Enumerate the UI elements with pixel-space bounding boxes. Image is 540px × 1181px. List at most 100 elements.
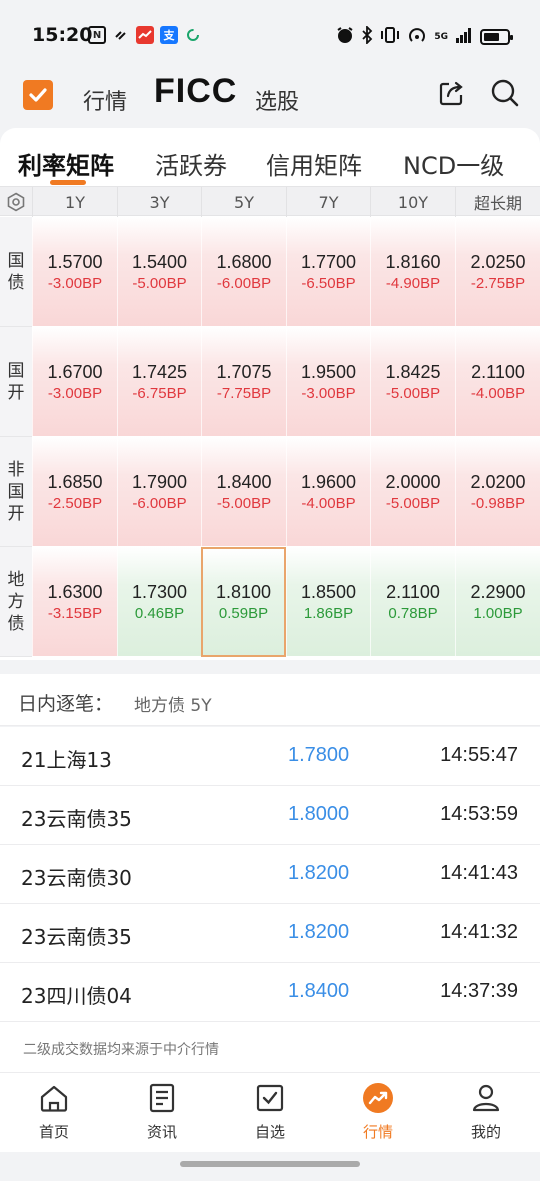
link-icon	[112, 26, 130, 44]
trade-bond-name: 23四川债04	[21, 984, 132, 1008]
tab-ficc[interactable]: FICC	[154, 72, 237, 111]
intraday-selection: 地方债 5Y	[134, 696, 212, 716]
matrix-cell[interactable]: 2.0250 -2.75BP	[455, 217, 540, 327]
trade-row[interactable]: 23云南债35 1.8000 14:53:59	[0, 786, 540, 845]
matrix-cell[interactable]: 2.2900 1.00BP	[455, 547, 540, 657]
trade-bond-name: 21上海13	[21, 748, 112, 772]
cell-yield: 1.8425	[385, 361, 441, 382]
matrix-cell[interactable]: 2.0200 -0.98BP	[455, 437, 540, 547]
matrix-cell[interactable]: 1.7300 0.46BP	[117, 547, 201, 657]
nav-market[interactable]: 行情	[338, 1081, 418, 1147]
tab-stock-picker[interactable]: 选股	[255, 84, 299, 116]
trade-bond-name: 23云南债35	[21, 925, 132, 949]
matrix-cell[interactable]: 1.7075 -7.75BP	[201, 327, 286, 437]
subtab-rate-matrix[interactable]: 利率矩阵	[18, 146, 114, 181]
trade-yield: 1.8200	[288, 921, 350, 943]
cell-change: -3.15BP	[47, 604, 103, 622]
nav-profile[interactable]: 我的	[446, 1081, 526, 1147]
cell-yield: 2.1100	[471, 361, 525, 382]
matrix-cell[interactable]: 1.7900 -6.00BP	[117, 437, 201, 547]
trade-yield: 1.8200	[288, 862, 350, 884]
matrix-cell[interactable]: 1.8160 -4.90BP	[370, 217, 455, 327]
user-icon	[469, 1081, 503, 1115]
subtab-active-bonds[interactable]: 活跃券	[155, 146, 227, 181]
sync-icon	[184, 26, 202, 44]
matrix-row: 地方债 1.6300 -3.15BP 1.7300 0.46BP 1.8100 0.59BP…	[0, 547, 540, 657]
home-indicator[interactable]	[180, 1161, 360, 1167]
matrix-card: 利率矩阵 活跃券 信用矩阵 NCD一级 1Y 3Y 5Y 7Y 10Y 超长期 …	[0, 128, 540, 660]
trade-time: 14:37:39	[440, 980, 518, 1002]
cell-yield: 1.6850	[47, 471, 103, 492]
cell-change: -7.75BP	[216, 384, 272, 402]
trade-row[interactable]: 23云南债35 1.8200 14:41:32	[0, 904, 540, 963]
active-tab-indicator	[50, 180, 86, 185]
column-header-1y[interactable]: 1Y	[32, 187, 117, 217]
row-label-char: 国	[7, 360, 25, 381]
column-header-3y[interactable]: 3Y	[117, 187, 201, 217]
matrix-cell[interactable]: 1.5400 -5.00BP	[117, 217, 201, 327]
trade-yield: 1.7800	[288, 744, 350, 766]
row-label: 地方债	[0, 547, 32, 657]
trade-row[interactable]: 23四川债04 1.8400 14:37:39	[0, 963, 540, 1022]
tab-market[interactable]: 行情	[83, 84, 127, 116]
matrix-cell[interactable]: 1.7700 -6.50BP	[286, 217, 370, 327]
cell-yield: 1.7700	[300, 251, 357, 272]
cell-change: -5.00BP	[132, 274, 187, 292]
subtab-credit-matrix[interactable]: 信用矩阵	[266, 146, 362, 181]
cell-yield: 1.5400	[131, 251, 188, 272]
cell-yield: 2.1100	[386, 581, 440, 602]
matrix-settings-button[interactable]	[0, 187, 32, 217]
nav-news[interactable]: 资讯	[122, 1081, 202, 1147]
cell-yield: 1.9500	[300, 361, 357, 382]
cell-yield: 2.0200	[470, 471, 526, 492]
row-label-char: 开	[7, 382, 25, 403]
status-time: 15:20	[32, 24, 93, 46]
share-button[interactable]	[434, 76, 468, 110]
trade-yield: 1.8000	[288, 803, 350, 825]
matrix-cell[interactable]: 1.8100 0.59BP	[201, 547, 286, 657]
cell-yield: 1.7900	[131, 471, 188, 492]
stock-app-icon	[136, 26, 154, 44]
matrix-cell[interactable]: 1.7425 -6.75BP	[117, 327, 201, 437]
cell-change: -3.00BP	[47, 384, 103, 402]
nav-watchlist-label: 自选	[254, 1123, 285, 1141]
matrix-cell[interactable]: 1.8400 -5.00BP	[201, 437, 286, 547]
signal-icon	[455, 27, 473, 46]
column-header-ultra-long[interactable]: 超长期	[455, 187, 540, 217]
cell-change: -0.98BP	[470, 494, 526, 512]
matrix-cell[interactable]: 1.6700 -3.00BP	[32, 327, 117, 437]
cell-yield: 1.7425	[131, 361, 188, 382]
trade-list: 21上海13 1.7800 14:55:47 23云南债35 1.8000 14…	[0, 727, 540, 1022]
nav-home[interactable]: 首页	[14, 1081, 94, 1147]
cell-change: -5.00BP	[216, 494, 272, 512]
subtab-ncd-primary[interactable]: NCD一级	[403, 146, 504, 181]
cell-change: -4.90BP	[385, 274, 441, 292]
matrix-cell[interactable]: 1.9500 -3.00BP	[286, 327, 370, 437]
matrix-cell[interactable]: 2.1100 -4.00BP	[455, 327, 540, 437]
battery-icon	[480, 28, 513, 45]
nav-watchlist[interactable]: 自选	[230, 1081, 310, 1147]
matrix-cell[interactable]: 1.9600 -4.00BP	[286, 437, 370, 547]
trade-time: 14:53:59	[440, 803, 518, 825]
matrix-cell[interactable]: 1.6300 -3.15BP	[32, 547, 117, 657]
trade-row[interactable]: 21上海13 1.7800 14:55:47	[0, 727, 540, 786]
cell-change: 0.46BP	[134, 604, 185, 622]
row-label-char: 债	[7, 613, 25, 634]
row-label: 非国开	[0, 437, 32, 547]
search-button[interactable]	[488, 76, 522, 110]
column-header-10y[interactable]: 10Y	[370, 187, 455, 217]
matrix-cell[interactable]: 1.8500 1.86BP	[286, 547, 370, 657]
settings-hexagon-icon	[7, 192, 25, 212]
matrix-cell[interactable]: 1.6800 -6.00BP	[201, 217, 286, 327]
matrix-cell[interactable]: 2.0000 -5.00BP	[370, 437, 455, 547]
matrix-cell[interactable]: 1.8425 -5.00BP	[370, 327, 455, 437]
trade-time: 14:41:43	[440, 862, 518, 884]
column-header-5y[interactable]: 5Y	[201, 187, 286, 217]
cell-change: -6.50BP	[301, 274, 356, 292]
matrix-cell[interactable]: 1.5700 -3.00BP	[32, 217, 117, 327]
trade-row[interactable]: 23云南债30 1.8200 14:41:43	[0, 845, 540, 904]
matrix-cell[interactable]: 1.6850 -2.50BP	[32, 437, 117, 547]
matrix-cell[interactable]: 2.1100 0.78BP	[370, 547, 455, 657]
cell-yield: 2.0250	[470, 251, 526, 272]
column-header-7y[interactable]: 7Y	[286, 187, 370, 217]
